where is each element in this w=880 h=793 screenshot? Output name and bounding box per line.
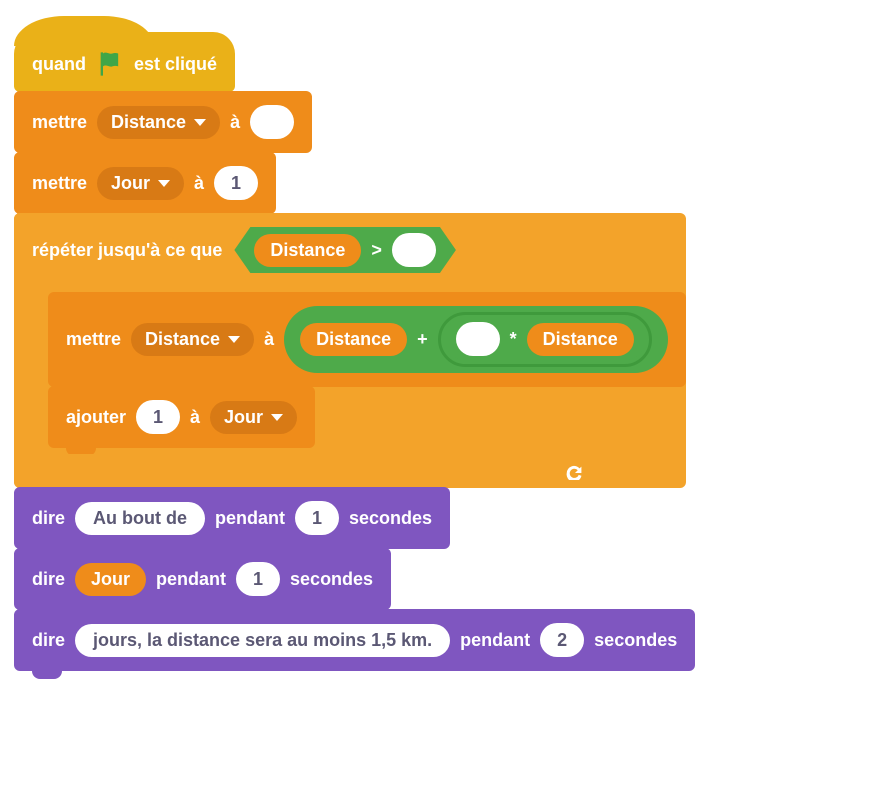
value-input[interactable] [456, 322, 500, 356]
multiply-operator-wrapper: * Distance [438, 312, 652, 367]
keyword-say: dire [32, 630, 65, 651]
repeat-label: répéter jusqu'à ce que [32, 240, 222, 261]
keyword-say: dire [32, 508, 65, 529]
variable-reporter-distance[interactable]: Distance [300, 323, 407, 356]
dropdown-label: Jour [224, 407, 263, 428]
keyword-to: à [230, 112, 240, 133]
change-jour-block[interactable]: ajouter 1 à Jour [48, 386, 315, 448]
text-input[interactable]: jours, la distance sera au moins 1,5 km. [75, 624, 450, 657]
keyword-to: à [190, 407, 200, 428]
repeat-body: mettre Distance à Distance + * Distance [14, 287, 686, 454]
chevron-down-icon [194, 119, 206, 126]
greater-than-operator[interactable]: Distance > [234, 227, 456, 273]
dropdown-label: Distance [145, 329, 220, 350]
variable-reporter-distance[interactable]: Distance [254, 234, 361, 267]
say-text-block-1[interactable]: dire Au bout de pendant 1 secondes [14, 487, 450, 549]
keyword-set: mettre [66, 329, 121, 350]
hat-suffix: est cliqué [134, 54, 217, 75]
keyword-set: mettre [32, 173, 87, 194]
chevron-down-icon [158, 180, 170, 187]
variable-dropdown-jour[interactable]: Jour [210, 401, 297, 434]
say-var-block[interactable]: dire Jour pendant 1 secondes [14, 548, 391, 610]
operator-gt: > [371, 240, 382, 261]
value-input[interactable]: 1 [136, 400, 180, 434]
keyword-for: pendant [156, 569, 226, 590]
set-distance-expr-block[interactable]: mettre Distance à Distance + * Distance [48, 292, 686, 387]
dropdown-label: Jour [111, 173, 150, 194]
value-input[interactable]: 1 [214, 166, 258, 200]
set-distance-block[interactable]: mettre Distance à [14, 91, 312, 153]
keyword-seconds: secondes [290, 569, 373, 590]
seconds-input[interactable]: 2 [540, 623, 584, 657]
variable-reporter-distance[interactable]: Distance [527, 323, 634, 356]
operator-times: * [510, 329, 517, 350]
keyword-say: dire [32, 569, 65, 590]
variable-dropdown-distance[interactable]: Distance [97, 106, 220, 139]
repeat-until-header: répéter jusqu'à ce que Distance > [14, 213, 474, 287]
repeat-footer [14, 454, 604, 488]
keyword-for: pendant [460, 630, 530, 651]
value-input[interactable] [250, 105, 294, 139]
keyword-to: à [194, 173, 204, 194]
keyword-change: ajouter [66, 407, 126, 428]
set-jour-block[interactable]: mettre Jour à 1 [14, 152, 276, 214]
chevron-down-icon [228, 336, 240, 343]
variable-dropdown-jour[interactable]: Jour [97, 167, 184, 200]
hat-prefix: quand [32, 54, 86, 75]
add-operator[interactable]: Distance + * Distance [284, 306, 668, 373]
value-input[interactable] [392, 233, 436, 267]
repeat-until-block[interactable]: répéter jusqu'à ce que Distance > mettre… [14, 213, 686, 488]
variable-dropdown-distance[interactable]: Distance [131, 323, 254, 356]
seconds-input[interactable]: 1 [236, 562, 280, 596]
text-input[interactable]: Au bout de [75, 502, 205, 535]
variable-reporter-jour[interactable]: Jour [75, 563, 146, 596]
keyword-seconds: secondes [594, 630, 677, 651]
keyword-for: pendant [215, 508, 285, 529]
keyword-set: mettre [32, 112, 87, 133]
operator-plus: + [417, 329, 428, 350]
seconds-input[interactable]: 1 [295, 501, 339, 535]
green-flag-icon [96, 50, 124, 78]
keyword-seconds: secondes [349, 508, 432, 529]
multiply-operator[interactable]: * Distance [444, 318, 646, 360]
script-stack: quand est cliqué mettre Distance à mettr… [14, 14, 866, 671]
dropdown-label: Distance [111, 112, 186, 133]
loop-arrow-icon [564, 462, 586, 480]
keyword-to: à [264, 329, 274, 350]
say-text-block-2[interactable]: dire jours, la distance sera au moins 1,… [14, 609, 695, 671]
chevron-down-icon [271, 414, 283, 421]
when-flag-clicked-block[interactable]: quand est cliqué [14, 32, 235, 92]
